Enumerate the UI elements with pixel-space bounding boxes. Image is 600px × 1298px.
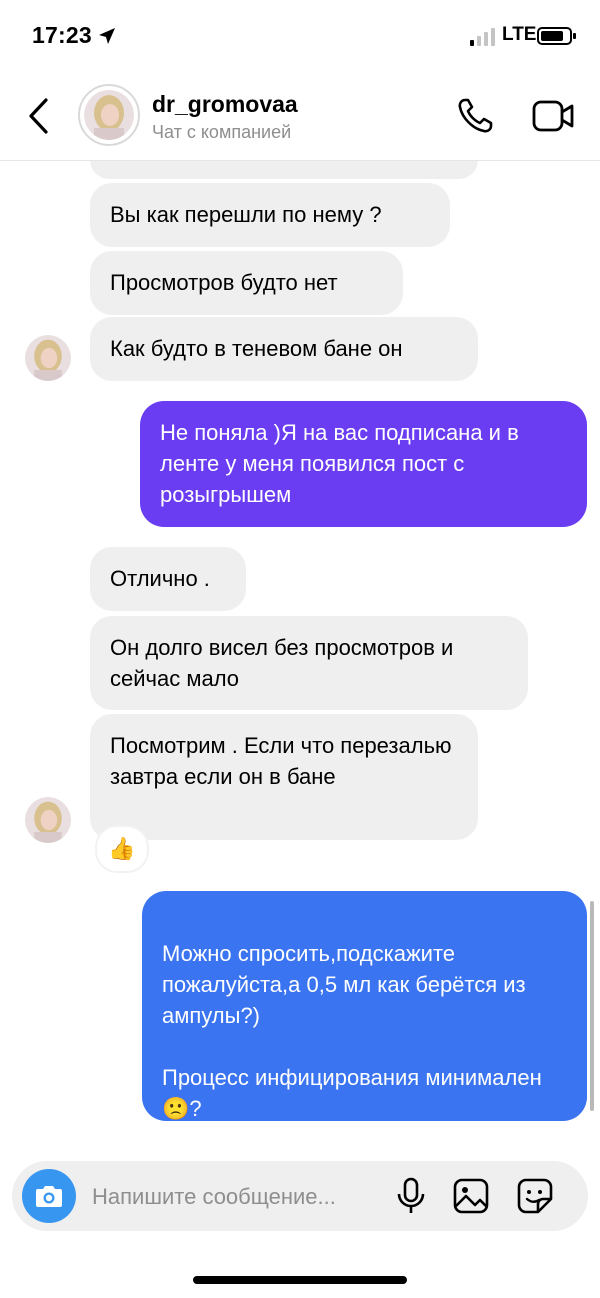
status-time: 17:23 [32, 22, 92, 48]
thumbs-up-icon[interactable]: 👍 [97, 827, 147, 871]
battery-icon [537, 26, 577, 51]
message-bubble[interactable]: Он долго висел без просмотров и сейчас м… [90, 616, 528, 710]
sticker-button[interactable] [516, 1177, 554, 1220]
message-composer [12, 1161, 588, 1231]
message-bubble[interactable]: Как будто в теневом бане он [90, 317, 478, 381]
network-label: LTE [502, 24, 537, 45]
message-bubble[interactable]: Вы как перешли по нему ? [90, 183, 450, 247]
message-bubble-outgoing[interactable]: Не поняла )Я на вас подписана и в ленте … [140, 401, 587, 527]
sender-avatar[interactable] [25, 797, 71, 843]
sticker-icon [517, 1178, 553, 1214]
gallery-button[interactable] [452, 1177, 490, 1220]
message-bubble[interactable]: Посмотрим . Если что перезалью завтра ес… [90, 714, 478, 840]
video-call-button[interactable] [530, 96, 576, 136]
back-icon [29, 98, 48, 134]
chat-header: dr_gromovaa Чат с компанией [0, 72, 600, 161]
message-text: Вы как перешли по нему ? [110, 202, 382, 227]
message-text: Отлично . [110, 566, 210, 591]
call-button[interactable] [455, 96, 495, 136]
video-icon [532, 100, 574, 132]
back-button[interactable] [20, 94, 60, 138]
message-bubble-partial [90, 161, 478, 179]
phone-icon [458, 98, 493, 133]
microphone-button[interactable] [394, 1177, 428, 1220]
message-bubble-outgoing[interactable]: Можно спросить,подскажите пожалуйста,а 0… [142, 891, 587, 1121]
message-input[interactable] [90, 1175, 394, 1219]
chat-username[interactable]: dr_gromovaa [152, 91, 298, 118]
location-arrow-icon [97, 26, 117, 51]
profile-avatar[interactable] [78, 84, 140, 146]
status-bar: 17:23 LTE [0, 0, 600, 72]
message-text: Посмотрим . Если что перезалью завтра ес… [110, 733, 452, 789]
message-text: Просмотров будто нет [110, 270, 338, 295]
gallery-icon [453, 1178, 489, 1214]
scrollbar[interactable] [590, 901, 594, 1111]
microphone-icon [397, 1177, 425, 1213]
camera-icon [36, 1186, 62, 1207]
signal-icon [470, 28, 498, 51]
message-thread[interactable]: Вы как перешли по нему ? Просмотров будт… [0, 161, 600, 1161]
sender-avatar[interactable] [25, 335, 71, 381]
message-text: Можно спросить,подскажите пожалуйста,а 0… [162, 941, 542, 1121]
timestamp-peek [0, 1151, 600, 1159]
message-bubble[interactable]: Отлично . [90, 547, 246, 611]
camera-button[interactable] [22, 1169, 76, 1223]
message-text: Он долго висел без просмотров и сейчас м… [110, 635, 454, 691]
message-bubble[interactable]: Просмотров будто нет [90, 251, 403, 315]
chat-subtitle: Чат с компанией [152, 122, 292, 142]
message-text: Как будто в теневом бане он [110, 336, 403, 361]
message-text: Не поняла )Я на вас подписана и в ленте … [160, 420, 519, 507]
home-indicator[interactable] [193, 1276, 407, 1284]
